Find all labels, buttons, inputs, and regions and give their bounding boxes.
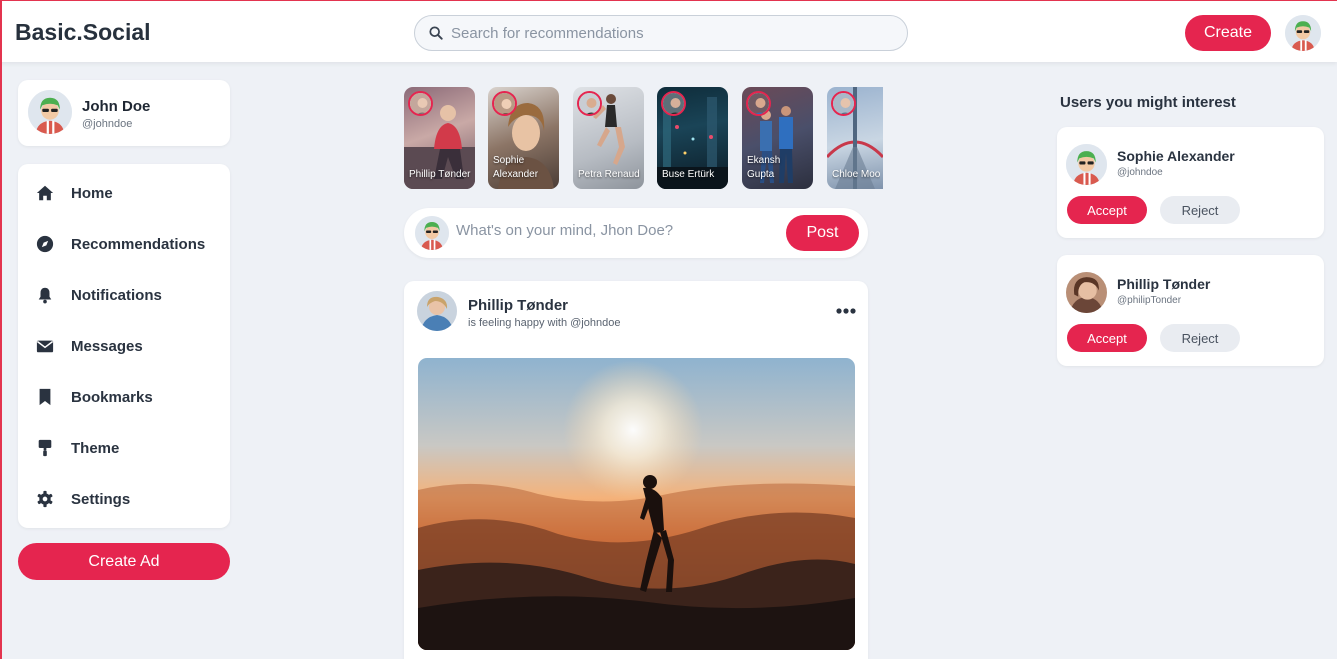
story-avatar	[492, 91, 517, 116]
story-card[interactable]: Sophie Alexander	[488, 87, 559, 189]
post-feeling: is feeling happy with @johndoe	[468, 317, 621, 329]
sidebar-item-label: Bookmarks	[71, 388, 153, 406]
home-icon	[36, 185, 54, 201]
story-avatar	[746, 91, 771, 116]
story-avatar	[577, 91, 602, 116]
story-card[interactable]: Ekansh Gupta	[742, 87, 813, 189]
story-name: Petra Renaud	[578, 169, 640, 180]
profile-name: John Doe	[82, 98, 151, 115]
header-avatar[interactable]	[1285, 15, 1321, 51]
suggestion-handle: @philipTonder	[1117, 295, 1182, 306]
paint-roller-icon	[38, 439, 52, 457]
suggestions-title: Users you might interest	[1060, 94, 1236, 111]
story-name: Ekansh Gupta	[747, 155, 781, 180]
sidebar-item-label: Notifications	[71, 286, 162, 304]
sidebar-item-theme[interactable]: Theme	[18, 428, 230, 468]
search-input[interactable]	[451, 24, 907, 42]
post-author-name[interactable]: Phillip Tønder	[468, 297, 568, 314]
envelope-icon	[36, 340, 54, 353]
suggestion-name[interactable]: Sophie Alexander	[1117, 148, 1235, 164]
sidebar-item-settings[interactable]: Settings	[18, 479, 230, 519]
post-image[interactable]	[418, 358, 855, 650]
create-button[interactable]: Create	[1185, 15, 1271, 51]
sidebar-item-home[interactable]: Home	[18, 173, 230, 213]
bookmark-icon	[39, 388, 51, 406]
suggestion-card: Phillip Tønder @philipTonder Accept Reje…	[1057, 255, 1324, 366]
accept-button[interactable]: Accept	[1067, 196, 1147, 224]
feed-post: Phillip Tønder is feeling happy with @jo…	[404, 281, 868, 659]
sidebar-item-label: Home	[71, 184, 113, 202]
sidebar-item-label: Settings	[71, 490, 131, 508]
search-icon	[429, 26, 443, 40]
avatar	[415, 216, 449, 250]
suggestion-card: Sophie Alexander @johndoe Accept Reject	[1057, 127, 1324, 238]
story-avatar	[661, 91, 686, 116]
story-card[interactable]: Buse Ertürk	[657, 87, 728, 189]
brand-logo[interactable]: Basic.Social	[15, 19, 151, 46]
sidebar-item-recommendations[interactable]: Recommendations	[18, 224, 230, 264]
profile-card[interactable]: John Doe @johndoe	[18, 80, 230, 146]
sidebar-item-notifications[interactable]: Notifications	[18, 275, 230, 315]
suggestion-handle: @johndoe	[1117, 167, 1163, 178]
reject-button[interactable]: Reject	[1160, 324, 1240, 352]
composer-input[interactable]	[456, 222, 776, 239]
more-options-icon[interactable]	[834, 305, 858, 317]
story-card[interactable]: Chloe Moo	[827, 87, 883, 189]
top-bar: Basic.Social Create	[0, 0, 1337, 62]
story-avatar	[408, 91, 433, 116]
accept-button[interactable]: Accept	[1067, 324, 1147, 352]
story-name: Sophie Alexander	[493, 155, 539, 180]
search-bar[interactable]	[414, 15, 908, 51]
suggestion-name[interactable]: Phillip Tønder	[1117, 276, 1210, 292]
gear-icon	[37, 490, 53, 508]
sidebar-item-label: Recommendations	[71, 235, 206, 253]
compass-icon	[36, 235, 54, 253]
bell-icon	[38, 287, 52, 304]
sidebar-item-bookmarks[interactable]: Bookmarks	[18, 377, 230, 417]
suggestion-avatar[interactable]	[1066, 144, 1107, 185]
story-card[interactable]: Phillip Tønder	[404, 87, 475, 189]
post-button[interactable]: Post	[786, 215, 859, 251]
story-avatar	[831, 91, 856, 116]
avatar	[28, 90, 72, 134]
reject-button[interactable]: Reject	[1160, 196, 1240, 224]
story-name: Buse Ertürk	[662, 169, 715, 180]
sidebar-nav: Home Recommendations Notifications Messa…	[18, 164, 230, 528]
story-name: Chloe Moo	[832, 169, 880, 180]
post-composer: Post	[404, 208, 868, 258]
story-card[interactable]: Petra Renaud	[573, 87, 644, 189]
sidebar-item-label: Messages	[71, 337, 143, 355]
sidebar-item-label: Theme	[71, 439, 120, 457]
create-ad-button[interactable]: Create Ad	[18, 543, 230, 580]
story-name: Phillip Tønder	[409, 169, 471, 180]
suggestion-avatar[interactable]	[1066, 272, 1107, 313]
post-author-avatar[interactable]	[417, 291, 457, 331]
sidebar-item-messages[interactable]: Messages	[18, 326, 230, 366]
profile-handle: @johndoe	[82, 118, 133, 130]
